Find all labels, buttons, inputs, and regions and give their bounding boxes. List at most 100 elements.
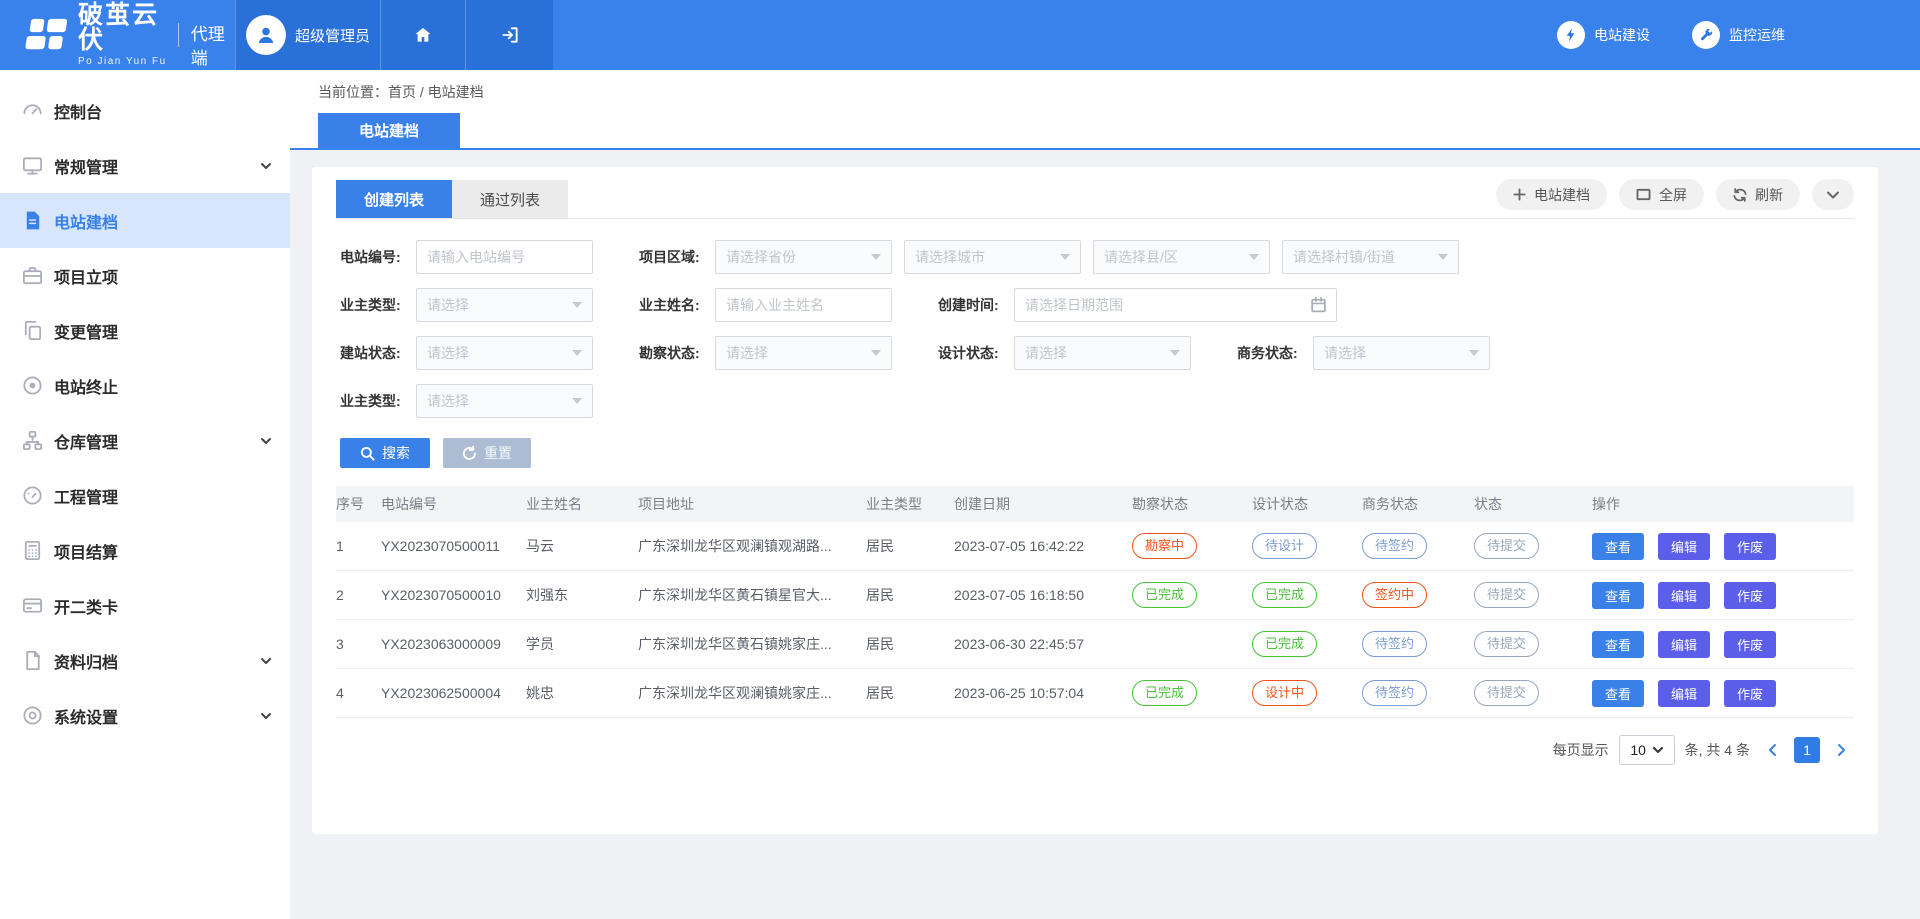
caret-down-icon	[1170, 350, 1180, 356]
tab-create-list[interactable]: 创建列表	[336, 180, 452, 218]
owner-type2-select[interactable]: 请选择	[416, 384, 593, 418]
home-button[interactable]	[380, 0, 465, 70]
sidebar-item-label: 电站建档	[54, 209, 118, 233]
county-select[interactable]: 请选择县/区	[1093, 240, 1270, 274]
status-badge: 待提交	[1474, 582, 1539, 608]
cell-owner: 学员	[526, 634, 638, 654]
module-label: 电站建设	[1594, 25, 1650, 45]
search-button[interactable]: 搜索	[340, 438, 430, 468]
next-page-button[interactable]	[1830, 737, 1854, 763]
per-page-label: 每页显示	[1553, 740, 1609, 760]
status-badge: 待提交	[1474, 631, 1539, 657]
status-badge: 签约中	[1362, 582, 1427, 608]
logo-title: 破茧云伏	[78, 3, 172, 53]
sidebar-item-system-settings[interactable]: 系统设置	[0, 688, 290, 743]
sidebar-item-data-archive[interactable]: 资料归档	[0, 633, 290, 688]
city-select[interactable]: 请选择城市	[904, 240, 1081, 274]
build-status-select[interactable]: 请选择	[416, 336, 593, 370]
edit-button[interactable]: 编辑	[1658, 631, 1710, 658]
edit-button[interactable]: 编辑	[1658, 680, 1710, 707]
sidebar-item-warehouse-management[interactable]: 仓库管理	[0, 413, 290, 468]
collapse-toolbar-button[interactable]	[1812, 179, 1854, 210]
view-button[interactable]: 查看	[1592, 631, 1644, 658]
credit-card-icon	[21, 594, 44, 617]
cell-owner: 马云	[526, 536, 638, 556]
sidebar-item-project-initiation[interactable]: 项目立项	[0, 248, 290, 303]
user-menu[interactable]: 超级管理员	[235, 0, 380, 70]
void-button[interactable]: 作废	[1724, 582, 1776, 609]
page-tab-bar: 电站建档	[290, 113, 1920, 150]
tab-passed-list[interactable]: 通过列表	[452, 180, 568, 218]
build-status-label: 建站状态:	[340, 343, 404, 363]
fullscreen-button[interactable]: 全屏	[1619, 179, 1704, 210]
status-badge: 待签约	[1362, 631, 1427, 657]
logout-button[interactable]	[465, 0, 553, 70]
sidebar-item-label: 系统设置	[54, 704, 118, 728]
station-no-label: 电站编号:	[340, 247, 404, 267]
dashboard-icon	[21, 99, 44, 122]
module-station-construction[interactable]: 电站建设	[1557, 21, 1650, 49]
town-select[interactable]: 请选择村镇/街道	[1282, 240, 1459, 274]
sidebar-item-change-management[interactable]: 变更管理	[0, 303, 290, 358]
cell-seq: 2	[336, 587, 381, 603]
sidebar-item-station-termination[interactable]: 电站终止	[0, 358, 290, 413]
sitemap-icon	[21, 429, 44, 452]
cell-created: 2023-06-25 10:57:04	[954, 685, 1132, 701]
sidebar-item-label: 常规管理	[54, 154, 118, 178]
sidebar-item-console[interactable]: 控制台	[0, 83, 290, 138]
sidebar-item-label: 工程管理	[54, 484, 118, 508]
cell-seq: 3	[336, 636, 381, 652]
view-button[interactable]: 查看	[1592, 582, 1644, 609]
cell-address: 广东深圳龙华区观澜镇姚家庄...	[638, 683, 866, 703]
design-status-label: 设计状态:	[938, 343, 1002, 363]
cell-address: 广东深圳龙华区黄石镇星官大...	[638, 585, 866, 605]
void-button[interactable]: 作废	[1724, 533, 1776, 560]
cell-created: 2023-07-05 16:42:22	[954, 538, 1132, 554]
cell-created: 2023-06-30 22:45:57	[954, 636, 1132, 652]
view-button[interactable]: 查看	[1592, 680, 1644, 707]
station-no-input[interactable]	[416, 240, 593, 274]
design-status-select[interactable]: 请选择	[1014, 336, 1191, 370]
page-number-button[interactable]: 1	[1794, 737, 1820, 763]
tab-station-archive[interactable]: 电站建档	[318, 113, 460, 148]
caret-down-icon	[1060, 254, 1070, 260]
breadcrumb-home-link[interactable]: 首页	[388, 82, 416, 102]
edit-button[interactable]: 编辑	[1658, 582, 1710, 609]
owner-name-input[interactable]	[715, 288, 892, 322]
app-header: 破茧云伏 Po Jian Yun Fu 代理端 超级管理员 电站建设	[0, 0, 1920, 70]
sidebar-item-station-archive[interactable]: 电站建档	[0, 193, 290, 248]
void-button[interactable]: 作废	[1724, 631, 1776, 658]
reset-button[interactable]: 重置	[443, 438, 531, 468]
sidebar: 控制台 常规管理 电站建档 项目立项 变更管理 电站终止 仓库管理 工程管理 项…	[0, 70, 290, 919]
date-range-input[interactable]	[1014, 288, 1337, 322]
sidebar-item-type2-card[interactable]: 开二类卡	[0, 578, 290, 633]
refresh-button[interactable]: 刷新	[1716, 179, 1800, 210]
sidebar-item-general-management[interactable]: 常规管理	[0, 138, 290, 193]
plus-icon	[1513, 188, 1526, 201]
business-status-select[interactable]: 请选择	[1313, 336, 1490, 370]
search-icon	[360, 446, 375, 461]
breadcrumb: 当前位置： 首页 / 电站建档	[290, 70, 1920, 113]
view-button[interactable]: 查看	[1592, 533, 1644, 560]
status-badge: 待签约	[1362, 680, 1427, 706]
module-label: 监控运维	[1729, 25, 1785, 45]
page-size-value: 10	[1630, 742, 1646, 758]
sidebar-item-engineering-management[interactable]: 工程管理	[0, 468, 290, 523]
cell-type: 居民	[866, 585, 954, 605]
total-count-label: 条, 共 4 条	[1685, 740, 1750, 760]
owner-type-select[interactable]: 请选择	[416, 288, 593, 322]
edit-button[interactable]: 编辑	[1658, 533, 1710, 560]
prev-page-button[interactable]	[1760, 737, 1784, 763]
sidebar-item-project-settlement[interactable]: 项目结算	[0, 523, 290, 578]
void-button[interactable]: 作废	[1724, 680, 1776, 707]
reset-icon	[462, 446, 477, 461]
module-monitoring-ops[interactable]: 监控运维	[1692, 21, 1785, 49]
caret-down-icon	[572, 398, 582, 404]
province-select[interactable]: 请选择省份	[715, 240, 892, 274]
sidebar-item-label: 资料归档	[54, 649, 118, 673]
add-station-button[interactable]: 电站建档	[1496, 179, 1607, 210]
page-size-select[interactable]: 10	[1619, 735, 1675, 765]
survey-status-select[interactable]: 请选择	[715, 336, 892, 370]
username: 超级管理员	[295, 25, 370, 46]
table-row: 3 YX2023063000009 学员 广东深圳龙华区黄石镇姚家庄... 居民…	[336, 620, 1854, 669]
